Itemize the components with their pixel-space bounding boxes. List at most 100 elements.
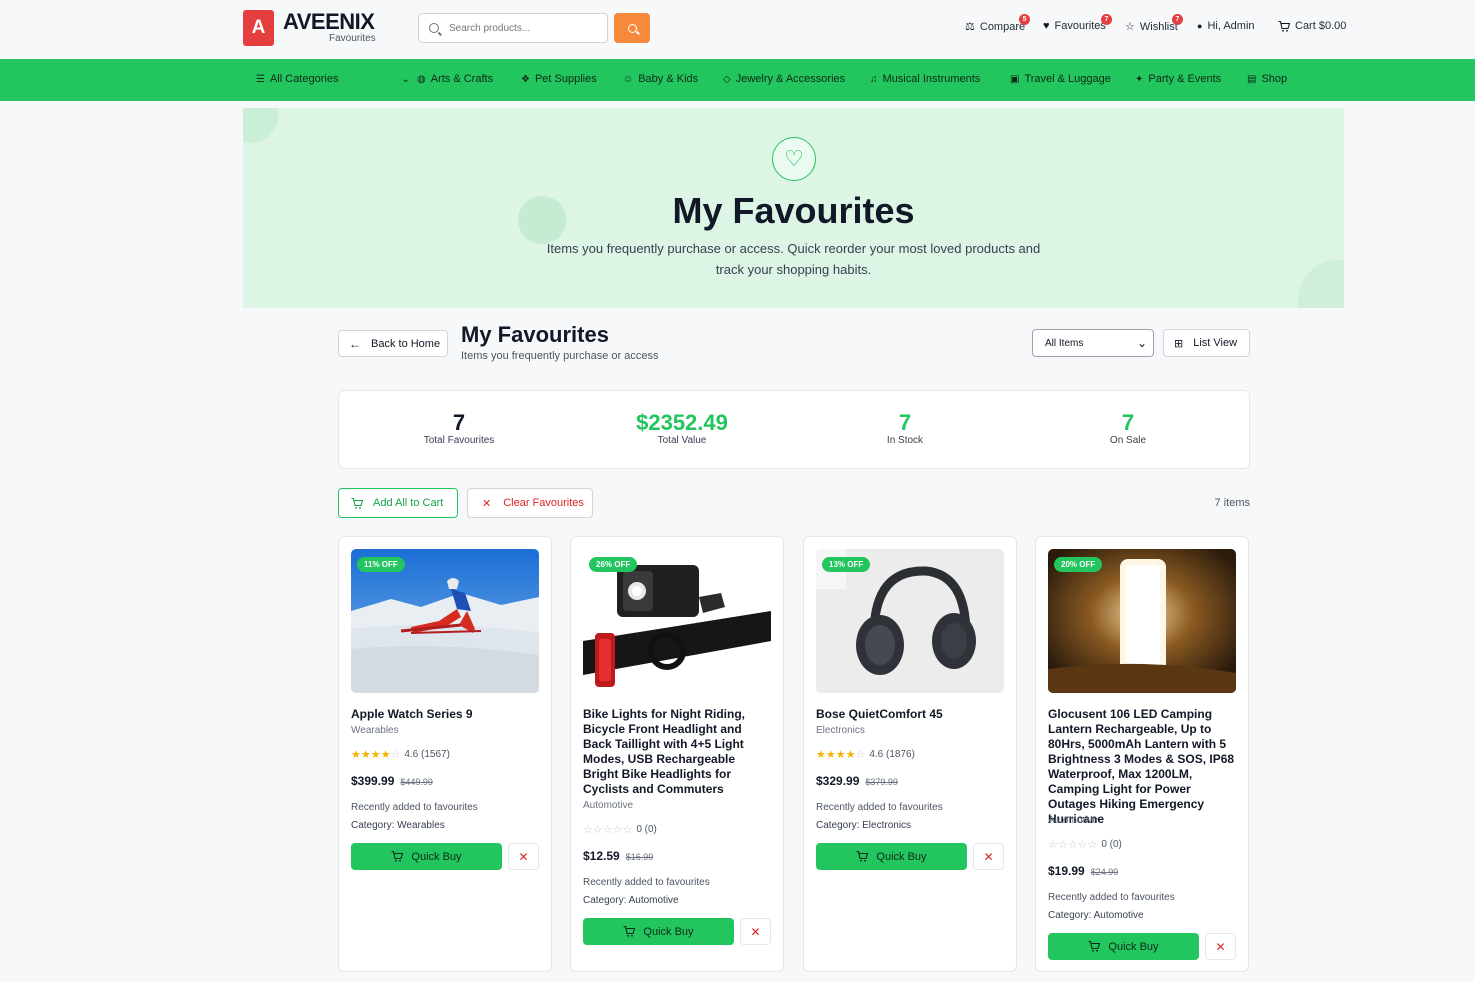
stat-in-stock: 7 In Stock <box>805 409 1005 446</box>
music-icon: ♫ <box>870 73 878 85</box>
product-image-lantern[interactable]: 20% OFF <box>1048 549 1236 693</box>
heart-icon: ♥ <box>1043 20 1050 32</box>
category-party-events[interactable]: ✦ Party & Events <box>1135 73 1221 85</box>
current-price: $19.99 <box>1048 864 1085 878</box>
filter-select[interactable]: All Items ⌄ <box>1032 329 1154 357</box>
party-icon: ✦ <box>1135 73 1144 85</box>
quick-buy-label: Quick Buy <box>411 850 462 863</box>
top-header: A AVEENIX Favourites ⚖ Compare 5 ♥ Favou… <box>0 0 1475 59</box>
category-musical-instruments[interactable]: ♫ Musical Instruments <box>870 73 980 85</box>
quick-buy-button[interactable]: Quick Buy <box>351 843 502 870</box>
stat-label: In Stock <box>886 435 924 446</box>
account-link[interactable]: ● Hi, Admin <box>1197 20 1255 32</box>
product-card: 20% OFF Glocusent 106 LED Camping Lanter… <box>1035 536 1249 972</box>
search-icon <box>627 23 637 33</box>
category-nav: ☰ All Categories ⌄ ◍ Arts & Crafts ❖ Pet… <box>0 59 1475 101</box>
cart-link[interactable]: Cart $0.00 <box>1278 20 1346 32</box>
search-button[interactable] <box>614 13 650 43</box>
product-price: $19.99 $24.99 <box>1048 864 1118 878</box>
category-label: Party & Events <box>1148 73 1222 85</box>
quick-buy-button[interactable]: Quick Buy <box>583 918 734 945</box>
original-price: $16.99 <box>625 852 654 862</box>
star-rating-icon: ☆☆☆☆☆ <box>1048 839 1098 851</box>
product-name[interactable]: Bike Lights for Night Riding, Bicycle Fr… <box>583 707 773 797</box>
view-label: List View <box>1193 337 1238 349</box>
product-name[interactable]: Apple Watch Series 9 <box>351 707 541 722</box>
quick-buy-label: Quick Buy <box>876 850 927 863</box>
items-count: 7 items <box>1214 497 1250 509</box>
product-image-bike-light[interactable]: 26% OFF <box>583 549 771 693</box>
favourites-stats: 7 Total Favourites $2352.49 Total Value … <box>338 390 1250 469</box>
cart-icon <box>391 851 404 862</box>
quick-buy-label: Quick Buy <box>643 925 694 938</box>
decorative-circle <box>1298 260 1344 308</box>
category-travel-luggage[interactable]: ▣ Travel & Luggage <box>1010 73 1111 85</box>
favourites-link[interactable]: ♥ Favourites <box>1043 20 1106 32</box>
stat-label: Total Value <box>657 435 707 446</box>
star-icon: ☆ <box>1125 21 1135 33</box>
product-name[interactable]: Glocusent 106 LED Camping Lantern Rechar… <box>1048 707 1238 827</box>
grid-icon: ⊞ <box>1174 337 1184 350</box>
product-image-headphones[interactable]: 13% OFF <box>816 549 1004 693</box>
rating-text: 0 (0) <box>1101 839 1122 850</box>
product-image-skier[interactable]: 11% OFF <box>351 549 539 693</box>
product-card: 26% OFF Bike Lights for Night Riding, Bi… <box>570 536 784 972</box>
discount-badge: 11% OFF <box>357 557 405 572</box>
clear-label: Clear Favourites <box>503 497 584 509</box>
search-input[interactable] <box>449 22 599 34</box>
add-all-label: Add All to Cart <box>373 497 444 509</box>
list-view-button[interactable]: ⊞ List View <box>1163 329 1250 357</box>
compare-icon: ⚖ <box>965 21 975 33</box>
favourites-label: Favourites <box>1054 20 1106 32</box>
wishlist-link[interactable]: ☆ Wishlist <box>1125 20 1178 34</box>
hero-subtitle: Items you frequently purchase or access.… <box>546 241 1041 277</box>
product-price: $12.59 $16.99 <box>583 849 653 863</box>
stat-on-sale: 7 On Sale <box>1028 409 1228 446</box>
rating-text: 4.6 (1567) <box>404 749 450 760</box>
user-icon: ● <box>1197 21 1203 31</box>
add-all-to-cart-button[interactable]: Add All to Cart <box>338 488 458 518</box>
search-field[interactable] <box>418 13 608 43</box>
clear-favourites-button[interactable]: ✕ Clear Favourites <box>467 488 593 518</box>
remove-favourite-button[interactable]: ✕ <box>1205 933 1236 960</box>
category-shop[interactable]: ▤ Shop <box>1247 73 1287 85</box>
all-categories-label: All Categories <box>269 73 339 85</box>
close-icon: ✕ <box>482 497 492 510</box>
quick-buy-button[interactable]: Quick Buy <box>816 843 967 870</box>
remove-favourite-button[interactable]: ✕ <box>973 843 1004 870</box>
product-price: $329.99 $379.99 <box>816 774 898 788</box>
back-to-home-button[interactable]: ← Back to Home <box>338 330 448 357</box>
back-label: Back to Home <box>371 337 441 350</box>
stat-label: Total Favourites <box>423 435 495 446</box>
favourite-note: Recently added to favourites <box>816 802 943 813</box>
remove-favourite-button[interactable]: ✕ <box>508 843 539 870</box>
original-price: $24.99 <box>1090 867 1119 877</box>
favourite-note: Recently added to favourites <box>1048 892 1175 903</box>
heart-icon: ♡ <box>772 137 816 181</box>
product-rating: ★★★★☆ 4.6 (1876) <box>816 748 915 761</box>
brand-name[interactable]: AVEENIX <box>283 9 375 35</box>
category-line: Category: Automotive <box>583 895 679 906</box>
compare-link[interactable]: ⚖ Compare <box>965 20 1025 34</box>
discount-badge: 20% OFF <box>1054 557 1103 572</box>
product-rating: ☆☆☆☆☆ 0 (0) <box>1048 838 1122 851</box>
all-categories-dropdown[interactable]: ☰ All Categories ⌄ <box>256 73 410 85</box>
rating-text: 4.6 (1876) <box>869 749 915 760</box>
product-name[interactable]: Bose QuietComfort 45 <box>816 707 1006 722</box>
category-jewelry[interactable]: ◇ Jewelry & Accessories <box>723 73 845 85</box>
logo-icon[interactable]: A <box>243 10 274 46</box>
category-pet-supplies[interactable]: ❖ Pet Supplies <box>521 73 597 85</box>
product-card: 13% OFF Bose QuietComfort 45 Electronics… <box>803 536 1017 972</box>
category-line: Category: Wearables <box>351 820 445 831</box>
cart-label: Cart $0.00 <box>1295 20 1347 32</box>
remove-favourite-button[interactable]: ✕ <box>740 918 771 945</box>
category-label: Shop <box>1261 73 1288 85</box>
product-category: Automotive <box>1048 815 1099 826</box>
filter-selected-value: All Items <box>1045 337 1084 349</box>
category-baby-kids[interactable]: ☺ Baby & Kids <box>623 73 698 85</box>
original-price: $449.99 <box>400 777 433 787</box>
category-arts-crafts[interactable]: ◍ Arts & Crafts <box>417 73 493 85</box>
quick-buy-button[interactable]: Quick Buy <box>1048 933 1199 960</box>
close-icon: ✕ <box>1215 939 1226 954</box>
luggage-icon: ▣ <box>1010 73 1020 85</box>
